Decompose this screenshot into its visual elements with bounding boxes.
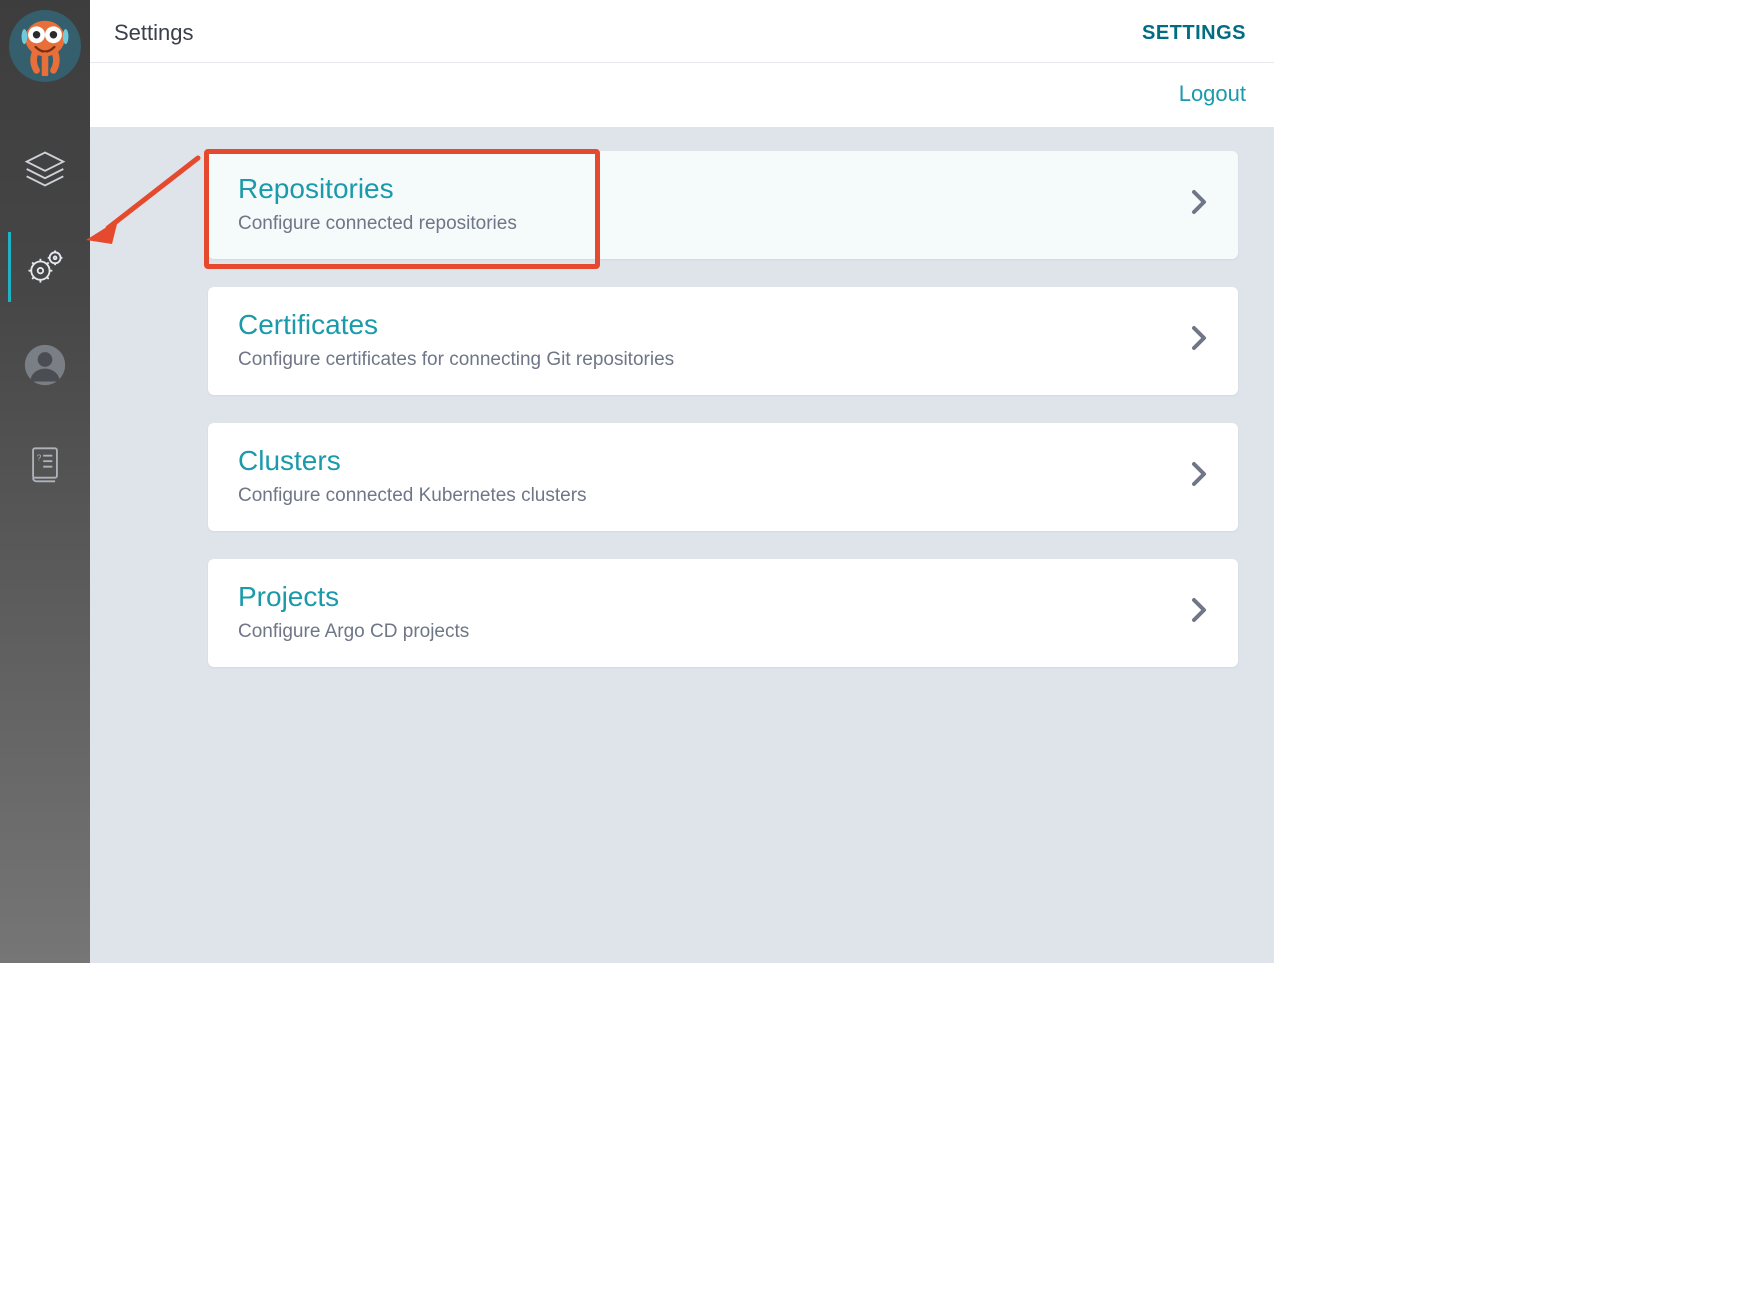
settings-card-projects[interactable]: Projects Configure Argo CD projects <box>208 559 1238 667</box>
chevron-right-icon <box>1190 597 1208 628</box>
card-text: Repositories Configure connected reposit… <box>238 173 1170 235</box>
settings-card-clusters[interactable]: Clusters Configure connected Kubernetes … <box>208 423 1238 531</box>
svg-text:?: ? <box>37 453 42 462</box>
sidebar-item-settings[interactable] <box>0 218 90 316</box>
main: Settings SETTINGS Logout Repositories Co… <box>90 0 1274 963</box>
argo-logo[interactable] <box>9 10 81 82</box>
chevron-right-icon <box>1190 189 1208 220</box>
card-text: Projects Configure Argo CD projects <box>238 581 1170 643</box>
sidebar-item-user[interactable] <box>0 316 90 414</box>
card-title: Clusters <box>238 445 1170 477</box>
settings-card-repositories[interactable]: Repositories Configure connected reposit… <box>208 151 1238 259</box>
card-title: Repositories <box>238 173 1170 205</box>
page-title: Settings <box>114 20 194 46</box>
argo-octopus-icon <box>15 16 75 76</box>
card-desc: Configure Argo CD projects <box>238 621 1170 643</box>
content: Repositories Configure connected reposit… <box>90 127 1274 963</box>
sidebar-item-docs[interactable]: ? <box>0 414 90 512</box>
logout-row: Logout <box>90 63 1274 127</box>
card-desc: Configure certificates for connecting Gi… <box>238 349 1170 371</box>
user-icon <box>23 343 67 387</box>
logout-link[interactable]: Logout <box>1179 81 1246 107</box>
chevron-right-icon <box>1190 325 1208 356</box>
sidebar: ? <box>0 0 90 963</box>
breadcrumb[interactable]: SETTINGS <box>1142 22 1246 45</box>
card-text: Certificates Configure certificates for … <box>238 309 1170 371</box>
gears-icon <box>23 245 67 289</box>
sidebar-item-applications[interactable] <box>0 120 90 218</box>
chevron-right-icon <box>1190 461 1208 492</box>
card-title: Certificates <box>238 309 1170 341</box>
settings-card-certificates[interactable]: Certificates Configure certificates for … <box>208 287 1238 395</box>
topbar: Settings SETTINGS <box>90 0 1274 63</box>
card-title: Projects <box>238 581 1170 613</box>
card-desc: Configure connected repositories <box>238 213 1170 235</box>
docs-icon: ? <box>23 441 67 485</box>
card-desc: Configure connected Kubernetes clusters <box>238 485 1170 507</box>
layers-icon <box>23 147 67 191</box>
card-text: Clusters Configure connected Kubernetes … <box>238 445 1170 507</box>
